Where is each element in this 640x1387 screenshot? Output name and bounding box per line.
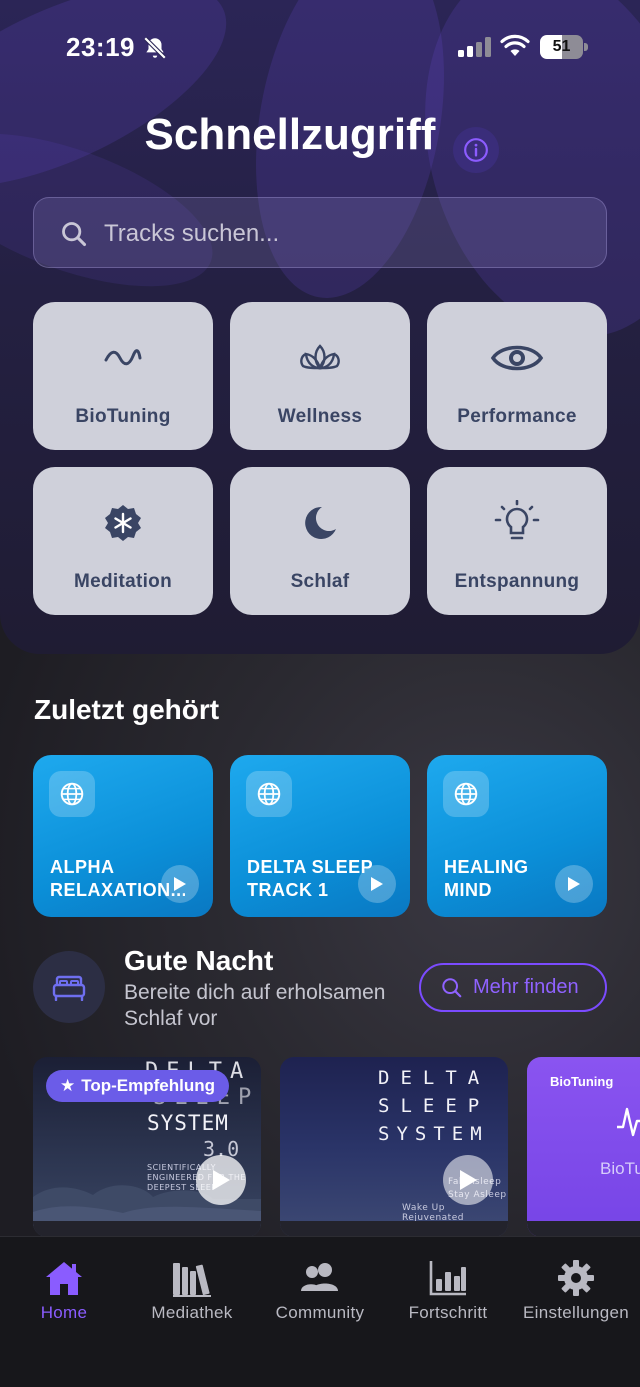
category-schlaf[interactable]: Schlaf (230, 467, 410, 615)
tab-label: Fortschritt (408, 1303, 488, 1322)
home-icon (46, 1262, 82, 1295)
lotus-icon (300, 344, 340, 370)
tab-community[interactable]: Community (256, 1237, 384, 1337)
card-brand-label: BioTuning (550, 1074, 614, 1089)
bed-icon (52, 975, 86, 1001)
wave-icon (104, 349, 142, 366)
status-bar: 23:19 51 (0, 0, 640, 96)
crescent-moon-art (324, 1127, 382, 1185)
category-label: Performance (457, 406, 577, 427)
badge-label: Top-Empfehlung (81, 1076, 216, 1095)
cover-title: DELTA (378, 1067, 491, 1089)
recent-track-card[interactable]: HEALING MIND TRACK 1 (427, 755, 607, 917)
moon-icon (305, 506, 336, 539)
search-bar[interactable] (33, 197, 607, 269)
category-label: Schlaf (290, 571, 350, 592)
category-label: Wellness (277, 406, 363, 427)
tab-fortschritt[interactable]: Fortschritt (384, 1237, 512, 1337)
more-find-label: Mehr finden (473, 976, 579, 998)
search-icon (442, 977, 462, 997)
cellular-signal-icon (458, 37, 491, 57)
library-icon (173, 1263, 211, 1297)
tab-label: Mediathek (151, 1303, 233, 1322)
tab-mediathek[interactable]: Mediathek (128, 1237, 256, 1337)
bed-icon-circle (33, 951, 105, 1023)
recent-section-title: Zuletzt gehört (34, 694, 220, 725)
play-button[interactable] (196, 1155, 246, 1205)
bell-off-icon (143, 36, 167, 60)
good-night-title: Gute Nacht (124, 945, 274, 976)
cover-tagline: Wake Up Rejuvenated (402, 1203, 464, 1223)
people-icon (301, 1263, 338, 1291)
status-time: 23:19 (66, 32, 135, 62)
card-brand-label: BioTu (600, 1159, 640, 1178)
recommendation-card[interactable]: BioTuning BioTu (527, 1057, 640, 1237)
category-wellness[interactable]: Wellness (230, 302, 410, 450)
good-night-subtitle: Bereite dich auf erholsamen Schlaf vor (124, 981, 386, 1030)
tab-home[interactable]: Home (0, 1237, 128, 1337)
tab-bar: Home Mediathek Community Fortschritt Ein… (0, 1236, 640, 1387)
tab-label: Community (275, 1303, 365, 1322)
play-icon (460, 1170, 477, 1190)
play-icon (568, 877, 580, 891)
battery-indicator: 51 (540, 35, 588, 59)
category-label: Entspannung (454, 571, 580, 592)
category-meditation[interactable]: Meditation (33, 467, 213, 615)
category-entspannung[interactable]: Entspannung (427, 467, 607, 615)
cover-title: SYSTEM (147, 1111, 229, 1135)
recent-track-card[interactable]: ALPHA RELAXATION... (33, 755, 213, 917)
gear-icon (558, 1260, 594, 1296)
info-icon (464, 138, 488, 162)
cover-title: SLEEP (378, 1095, 491, 1117)
category-biotuning[interactable]: BioTuning (33, 302, 213, 450)
globe-icon (454, 782, 478, 806)
star-icon: ★ (60, 1076, 76, 1095)
search-icon (62, 222, 87, 247)
pulse-icon (617, 1107, 640, 1137)
search-input[interactable] (104, 198, 584, 269)
tab-label: Einstellungen (523, 1303, 629, 1322)
play-button[interactable] (161, 865, 199, 903)
play-icon (371, 877, 383, 891)
play-icon (213, 1170, 230, 1190)
tab-label: Home (40, 1303, 88, 1322)
recent-track-card[interactable]: DELTA SLEEP TRACK 1 (230, 755, 410, 917)
category-label: Meditation (74, 571, 172, 592)
more-find-button[interactable]: Mehr finden (419, 963, 607, 1012)
info-button[interactable] (453, 127, 499, 173)
category-label: BioTuning (75, 406, 171, 427)
play-button[interactable] (443, 1155, 493, 1205)
cover-title: SYSTEM (378, 1123, 489, 1145)
battery-level: 51 (552, 38, 571, 55)
asterisk-badge-icon (105, 505, 141, 541)
globe-icon (60, 782, 84, 806)
tab-einstellungen[interactable]: Einstellungen (512, 1237, 640, 1337)
recommendation-card[interactable]: DELTA SLEEP SYSTEM Fall Asleep Stay Asle… (280, 1057, 508, 1237)
play-button[interactable] (555, 865, 593, 903)
lightbulb-icon (494, 500, 540, 540)
wifi-icon (500, 34, 530, 56)
top-recommendation-badge: ★ Top-Empfehlung (46, 1070, 230, 1102)
globe-icon (257, 782, 281, 806)
bar-chart-icon (429, 1261, 466, 1296)
play-icon (174, 877, 186, 891)
eye-icon (490, 345, 544, 371)
category-performance[interactable]: Performance (427, 302, 607, 450)
play-button[interactable] (358, 865, 396, 903)
